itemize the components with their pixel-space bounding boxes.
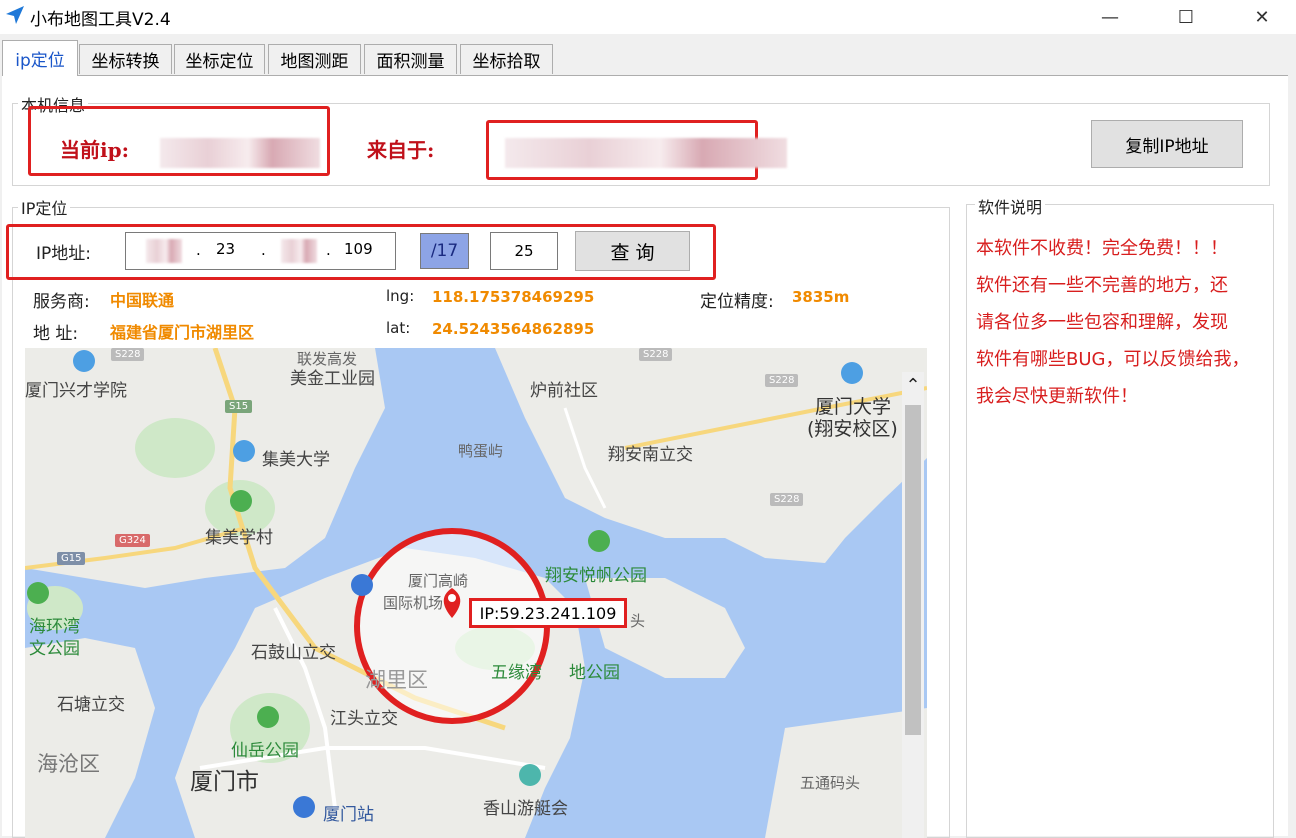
road-shield-s228-c: S228 — [639, 348, 673, 361]
map-label-yadanyu: 鸭蛋屿 — [458, 442, 504, 460]
tab-area-measure[interactable]: 面积测量 — [364, 44, 457, 74]
map-label-huli: 湖里区 — [365, 668, 428, 692]
tab-coord-locate[interactable]: 坐标定位 — [174, 44, 265, 74]
map-label-wutong: 五通码头 — [800, 774, 861, 792]
ip-octet3-redacted — [281, 239, 317, 263]
current-ip-value-redacted — [160, 138, 320, 168]
map-label-di-park: 地公园 — [569, 663, 620, 683]
school-pin-icon — [73, 350, 95, 372]
isp-label: 服务商: — [33, 292, 90, 312]
road-shield-s15: S15 — [225, 400, 253, 413]
map-view[interactable]: 厦门兴才学院 美金工业园 联发高发 炉前社区 厦门大学 (翔安校区) 集美大学 … — [25, 348, 927, 838]
note-line: 请各位多一些包容和理解，发现 — [976, 312, 1228, 333]
ip-octet1-redacted — [146, 239, 182, 263]
ip-octet2[interactable]: 23 — [216, 240, 235, 258]
accuracy-value: 3835m — [792, 288, 850, 306]
road-shield-s228-a: S228 — [765, 374, 799, 387]
school-pin-icon — [841, 362, 863, 384]
map-label-xiangshan: 香山游艇会 — [483, 799, 568, 819]
map-label-xiamen-station: 厦门站 — [323, 805, 374, 825]
map-label-xianyue: 仙岳公园 — [231, 741, 299, 761]
zoom-input[interactable]: 25 — [490, 232, 558, 270]
lat-value: 24.5243564862895 — [432, 320, 595, 338]
ip-dot-3: . — [326, 241, 331, 259]
lat-label: lat: — [386, 319, 411, 337]
map-label-jimei-xingcai: 厦门兴才学院 — [25, 381, 127, 401]
from-value-redacted — [505, 138, 787, 168]
ip-marker-label: IP:59.23.241.109 — [469, 598, 627, 628]
note-line: 我会尽快更新软件！ — [976, 386, 1138, 407]
map-label-shigushan: 石鼓山立交 — [251, 643, 336, 663]
chevron-up-icon[interactable]: ⌃ — [902, 372, 924, 398]
navigation-arrow-icon — [6, 6, 24, 24]
map-label-xiamen: 厦门市 — [190, 769, 259, 795]
ip-dot-1: . — [196, 241, 201, 259]
close-button[interactable]: ✕ — [1232, 0, 1292, 34]
map-label-shitang: 石塘立交 — [57, 695, 125, 715]
software-note-text: 本软件不收费！完全免费！！！ 软件还有一些不完善的地方，还 请各位多一些包容和理… — [976, 230, 1266, 415]
from-label: 来自于: — [367, 138, 435, 162]
map-canvas[interactable] — [25, 348, 927, 838]
park-pin-icon — [257, 706, 279, 728]
map-label-jiangtou: 江头立交 — [330, 709, 398, 729]
address-value: 福建省厦门市湖里区 — [110, 323, 255, 342]
isp-value: 中国联通 — [110, 291, 175, 310]
map-label-lianfa: 联发高发 — [297, 350, 358, 368]
query-button[interactable]: 查 询 — [575, 231, 690, 271]
park-pin-icon — [588, 530, 610, 552]
ip-address-label: IP地址: — [36, 244, 91, 264]
map-label-xmu-xiangan: (翔安校区) — [807, 418, 898, 440]
accuracy-label: 定位精度: — [700, 292, 774, 312]
park-pin-icon — [27, 582, 49, 604]
map-label-haicang: 海沧区 — [37, 752, 100, 776]
park-pin-icon — [230, 490, 252, 512]
scrollbar-thumb[interactable] — [905, 405, 921, 735]
prefix-input[interactable]: /17 — [420, 233, 469, 269]
road-shield-g15: G15 — [57, 552, 86, 565]
map-label-luqian: 炉前社区 — [530, 381, 598, 401]
lng-value: 118.175378469295 — [432, 288, 595, 306]
ip-address-input[interactable]: . 23 . . 109 — [125, 232, 396, 270]
note-line: 本软件不收费！完全免费！！！ — [976, 238, 1228, 259]
note-line: 软件有哪些BUG，可以反馈给我， — [976, 349, 1250, 370]
airport-pin-icon — [351, 574, 373, 596]
copy-ip-button[interactable]: 复制IP地址 — [1091, 120, 1243, 168]
road-shield-g324: G324 — [115, 534, 150, 547]
address-label: 地 址: — [33, 324, 79, 344]
ip-locate-title: IP定位 — [18, 195, 71, 219]
ip-octet4[interactable]: 109 — [344, 240, 373, 258]
current-ip-label: 当前ip: — [60, 138, 129, 162]
note-line: 软件还有一些不完善的地方，还 — [976, 275, 1228, 296]
tab-coord-pick[interactable]: 坐标拾取 — [460, 44, 553, 74]
window-title: 小布地图工具V2.4 — [30, 10, 171, 30]
road-shield-s228-b: S228 — [770, 493, 804, 506]
map-label-jimei-univ: 集美大学 — [262, 450, 330, 470]
map-label-jimei-xuecun: 集美学村 — [205, 528, 273, 548]
title-bar: 小布地图工具V2.4 — ☐ ✕ — [0, 0, 1296, 34]
ip-dot-2: . — [261, 241, 266, 259]
school-pin-icon — [233, 440, 255, 462]
tab-ip-locate[interactable]: ip定位 — [2, 40, 78, 76]
marina-pin-icon — [519, 764, 541, 786]
software-note-title: 软件说明 — [975, 194, 1046, 218]
map-label-xiangan-south: 翔安南立交 — [608, 445, 693, 465]
tab-map-distance[interactable]: 地图测距 — [268, 44, 361, 74]
map-label-gaoqi: 厦门高崎 — [408, 572, 469, 590]
map-label-wuyuanwan: 五缘湾 — [491, 663, 542, 683]
tab-coord-convert[interactable]: 坐标转换 — [79, 44, 172, 74]
lng-label: lng: — [386, 287, 415, 305]
map-label-xiangan-park: 翔安悦帆公园 — [545, 566, 647, 586]
map-label-tou: 头 — [630, 612, 646, 630]
road-shield-s228-d: S228 — [111, 348, 145, 361]
map-label-wen-park: 文公园 — [29, 639, 80, 659]
maximize-button[interactable]: ☐ — [1156, 0, 1216, 34]
map-label-airport: 国际机场 — [383, 594, 444, 612]
minimize-button[interactable]: — — [1080, 0, 1140, 34]
station-pin-icon — [293, 796, 315, 818]
